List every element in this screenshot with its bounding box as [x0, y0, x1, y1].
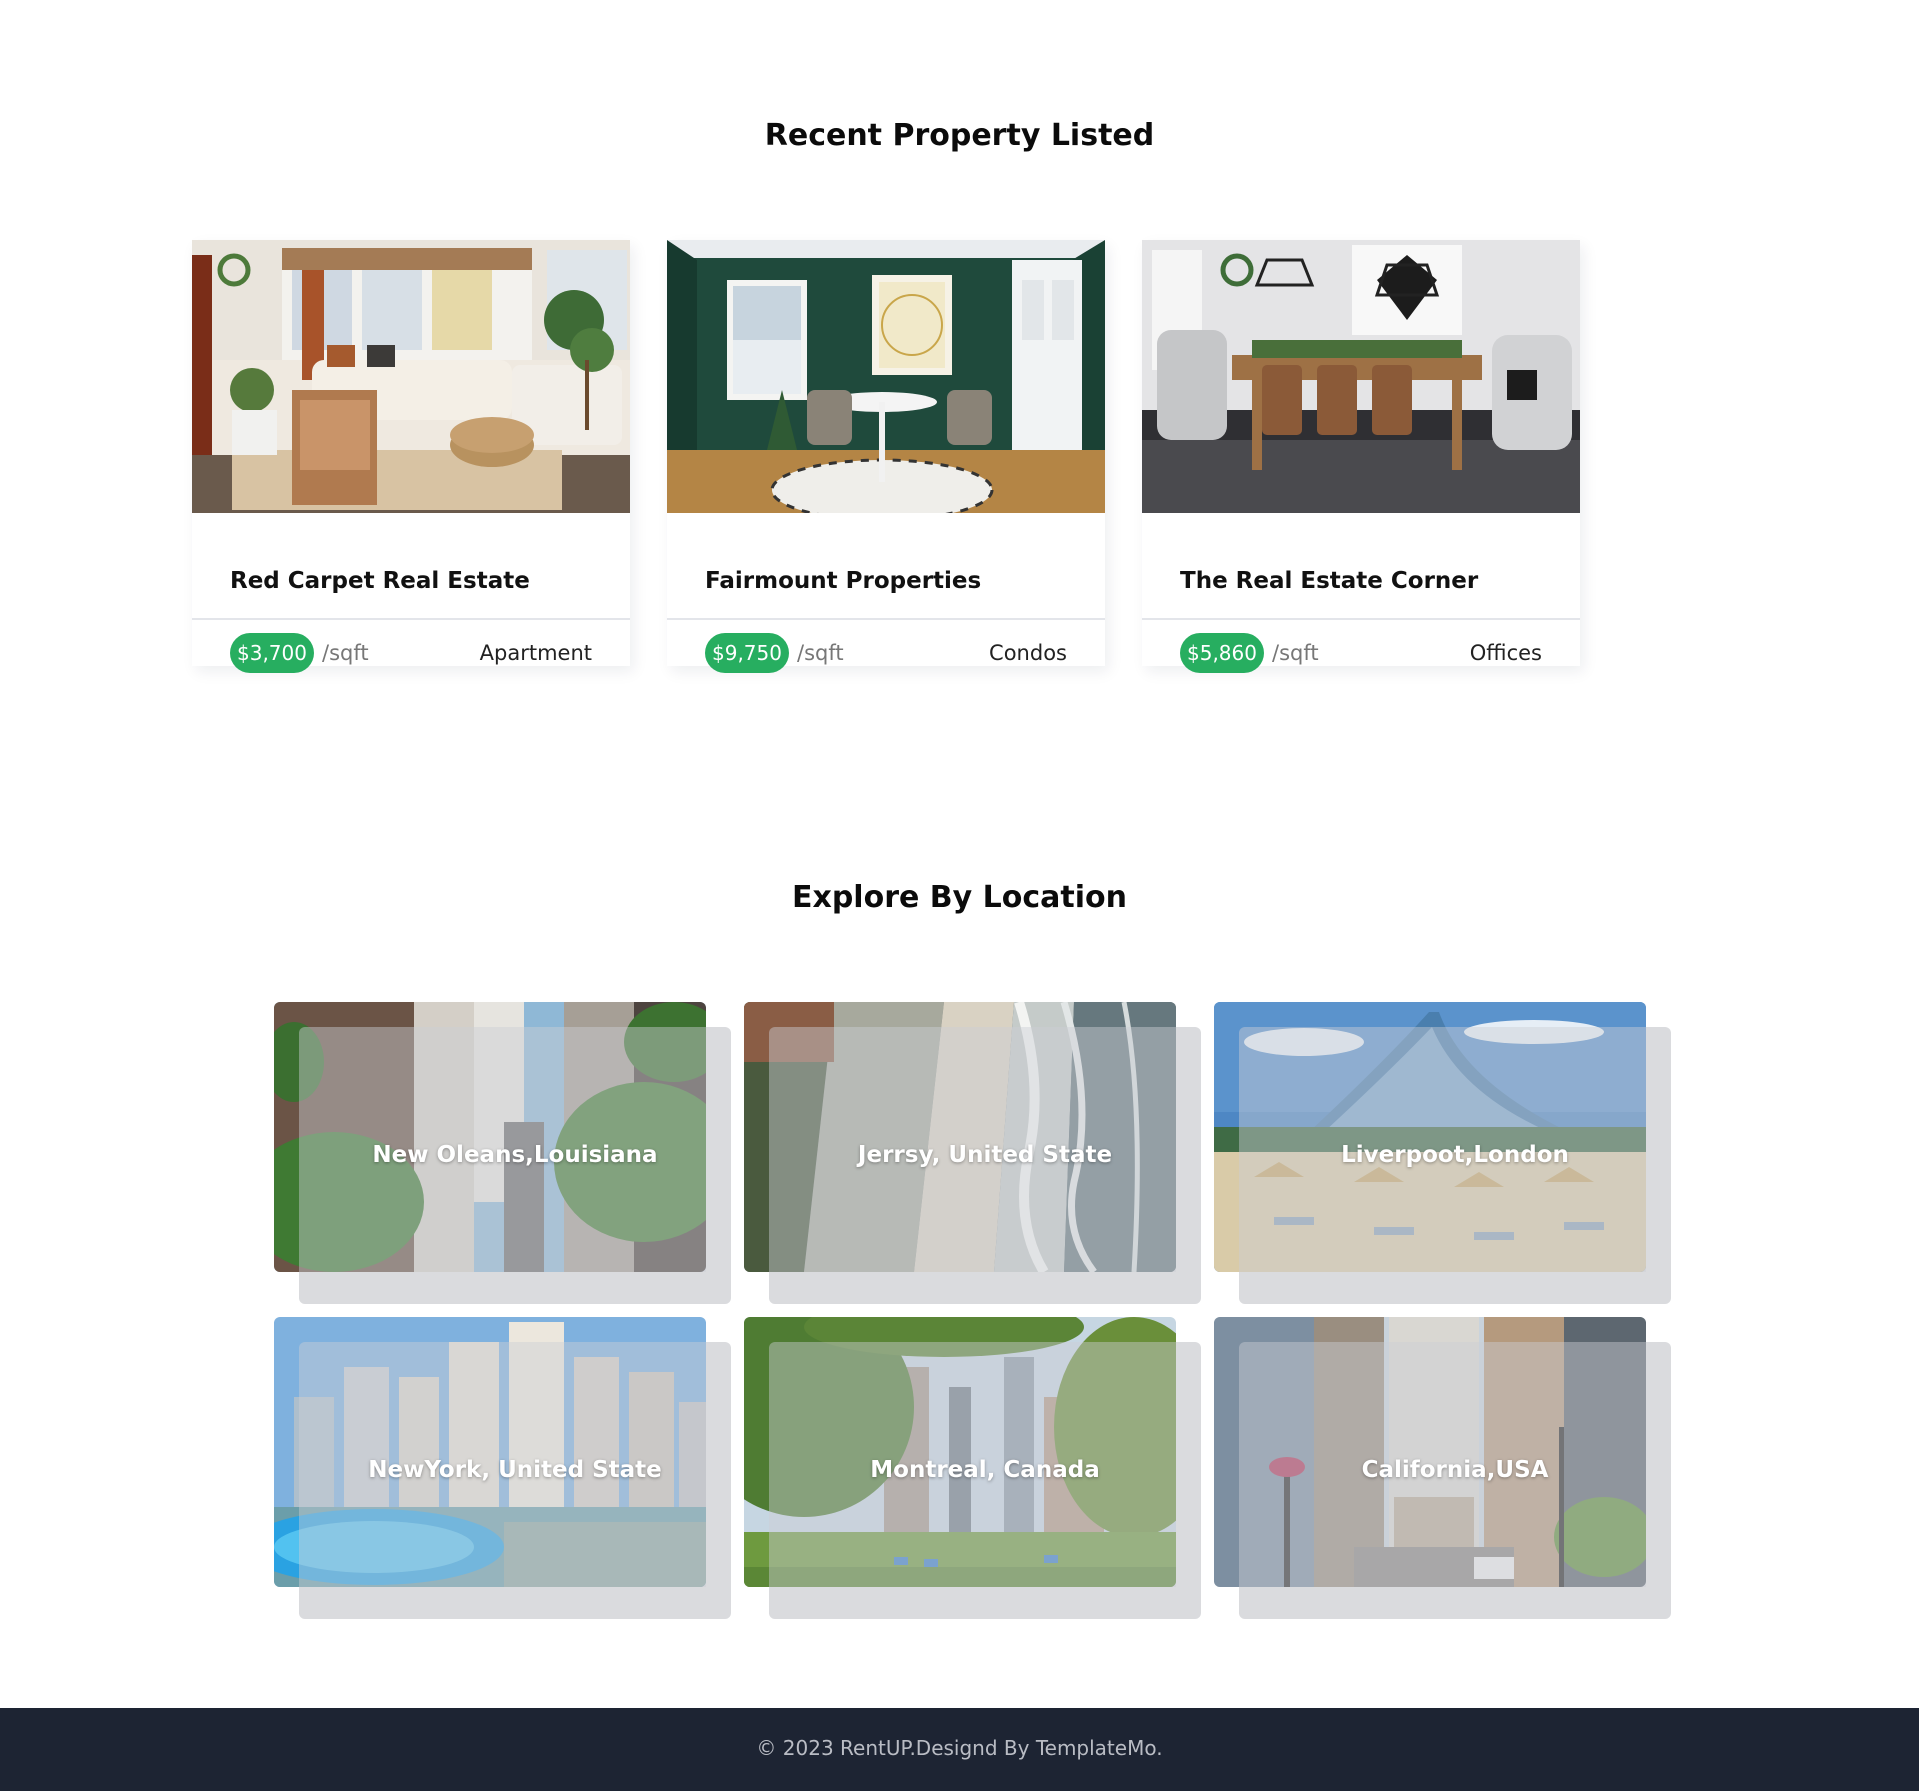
card-divider	[192, 618, 630, 620]
property-card[interactable]: The Real Estate Corner $5,860 /sqft Offi…	[1142, 240, 1580, 673]
property-image-green-room[interactable]	[667, 240, 1105, 513]
property-card[interactable]: Red Carpet Real Estate $3,700 /sqft Apar…	[192, 240, 630, 673]
price-badge: $3,700	[230, 633, 314, 673]
price-badge: $5,860	[1180, 633, 1264, 673]
location-label[interactable]: California,USA	[1239, 1457, 1671, 1483]
price-unit: /sqft	[322, 641, 369, 665]
price-badge: $9,750	[705, 633, 789, 673]
price-unit: /sqft	[1272, 641, 1319, 665]
location-label[interactable]: NewYork, United State	[299, 1457, 731, 1483]
card-divider	[667, 618, 1105, 620]
property-name[interactable]: Red Carpet Real Estate	[230, 568, 530, 594]
footer-copyright: © 2023 RentUP.Designd By TemplateMo.	[756, 1736, 1163, 1760]
location-card[interactable]: NewYork, United State	[274, 1317, 731, 1619]
location-card[interactable]: Montreal, Canada	[744, 1317, 1201, 1619]
recent-section-title: Recent Property Listed	[764, 118, 1155, 153]
property-image-dining-room[interactable]	[1142, 240, 1580, 513]
property-type: Offices	[1469, 641, 1542, 665]
property-image-living-room[interactable]	[192, 240, 630, 513]
location-label[interactable]: Liverpoot,London	[1239, 1142, 1671, 1168]
property-card[interactable]: Fairmount Properties $9,750 /sqft Condos	[667, 240, 1105, 673]
property-name[interactable]: The Real Estate Corner	[1180, 568, 1478, 594]
location-label[interactable]: Jerrsy, United State	[769, 1142, 1201, 1168]
location-card[interactable]: California,USA	[1214, 1317, 1671, 1619]
location-label[interactable]: New Oleans,Louisiana	[299, 1142, 731, 1168]
price-unit: /sqft	[797, 641, 844, 665]
location-label[interactable]: Montreal, Canada	[769, 1457, 1201, 1483]
location-card[interactable]: Liverpoot,London	[1214, 1002, 1671, 1304]
explore-section-title: Explore By Location	[791, 880, 1127, 915]
card-divider	[1142, 618, 1580, 620]
location-card[interactable]: New Oleans,Louisiana	[274, 1002, 731, 1304]
property-type: Apartment	[479, 641, 592, 665]
location-card[interactable]: Jerrsy, United State	[744, 1002, 1201, 1304]
footer: © 2023 RentUP.Designd By TemplateMo.	[0, 1708, 1919, 1791]
page: Recent Property Listed Red Carpet Real E…	[0, 0, 1919, 1791]
property-name[interactable]: Fairmount Properties	[705, 568, 981, 594]
property-type: Condos	[989, 641, 1067, 665]
